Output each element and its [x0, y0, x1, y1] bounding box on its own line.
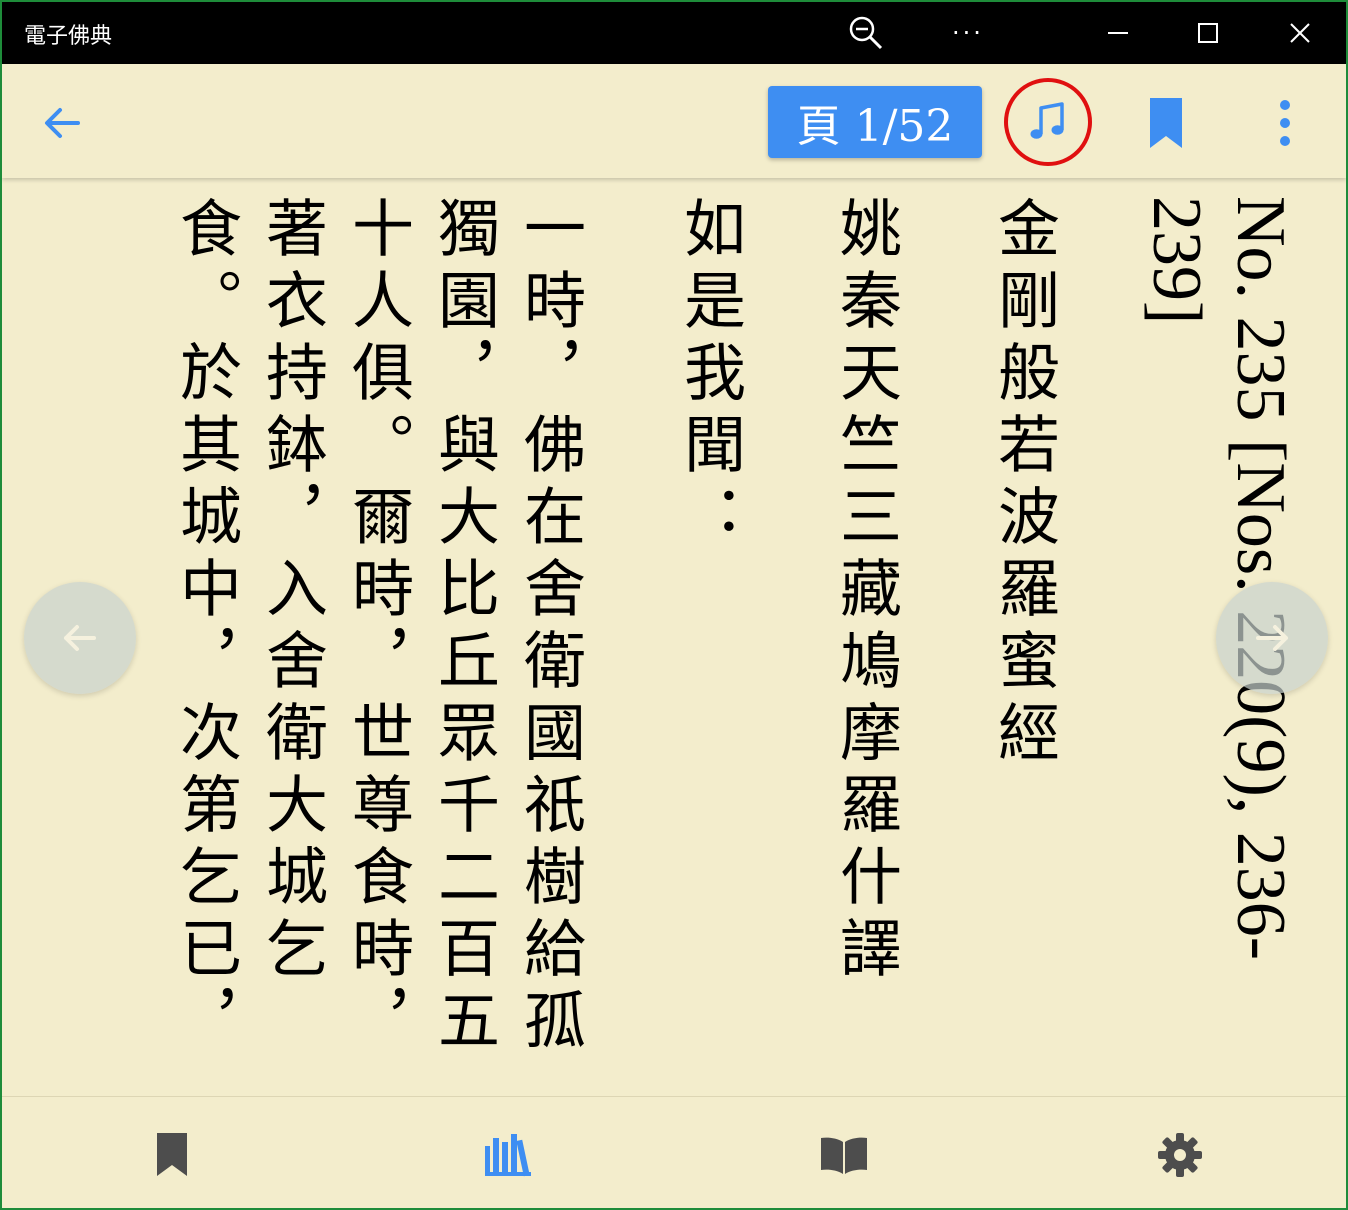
bookmark-button[interactable] [1144, 96, 1188, 152]
more-vertical-icon [1280, 100, 1290, 146]
bookmark-icon [157, 1133, 187, 1176]
music-note-icon [1030, 102, 1064, 139]
back-button[interactable] [38, 98, 88, 148]
arrow-right-icon [1256, 625, 1288, 651]
paragraph-line: 獨園，與大比丘眾千二百五 [427, 196, 500, 1060]
nav-settings[interactable] [1150, 1125, 1210, 1185]
zoom-out-button[interactable] [826, 2, 906, 64]
maximize-button[interactable] [1168, 2, 1248, 64]
app-window: 電子佛典 ··· 頁 1/52 No. 235 [Nos. 220(9), 23… [0, 0, 1348, 1210]
arrow-left-icon [64, 625, 96, 651]
intro-line: 如是我聞： [673, 196, 746, 556]
close-icon [1290, 23, 1310, 43]
reading-area: No. 235 [Nos. 220(9), 236-239] 金剛般若波羅蜜經 … [2, 178, 1346, 1096]
bookmark-icon [1150, 98, 1182, 148]
open-book-icon [821, 1137, 867, 1174]
app-toolbar: 頁 1/52 [2, 64, 1346, 178]
arrow-left-icon [45, 108, 80, 138]
library-icon [485, 1134, 531, 1177]
nav-bookmarks[interactable] [142, 1125, 202, 1185]
paragraph-line: 著衣持鉢，入舍衛大城乞 [255, 196, 328, 988]
app-title: 電子佛典 [24, 24, 113, 49]
translator-line: 姚秦天竺三藏鳩摩羅什譯 [829, 196, 902, 988]
close-button[interactable] [1260, 2, 1340, 64]
minimize-button[interactable] [1078, 2, 1158, 64]
nav-reading[interactable] [814, 1125, 874, 1185]
music-button[interactable] [1004, 78, 1092, 166]
paragraph-line: 十人俱。爾時，世尊食時， [341, 196, 414, 1060]
overflow-menu-button[interactable] [1270, 96, 1300, 150]
paragraph-line: 食。於其城中，次第乞已， [169, 196, 242, 1060]
zoom-out-icon [849, 16, 883, 50]
gear-icon [1158, 1133, 1202, 1177]
sutra-title: 金剛般若波羅蜜經 [987, 196, 1060, 772]
minimize-icon [1108, 32, 1128, 34]
nav-library[interactable] [478, 1125, 538, 1185]
paragraph-line: 一時，佛在舍衛國祇樹給孤 [513, 196, 586, 1060]
previous-page-button[interactable] [24, 582, 136, 694]
more-button[interactable]: ··· [928, 2, 1008, 64]
page-indicator-button[interactable]: 頁 1/52 [768, 86, 982, 158]
title-bar: 電子佛典 ··· [2, 2, 1346, 64]
maximize-icon [1198, 23, 1218, 43]
bottom-navigation [2, 1096, 1346, 1208]
more-icon: ··· [952, 19, 984, 47]
next-page-button[interactable] [1216, 582, 1328, 694]
